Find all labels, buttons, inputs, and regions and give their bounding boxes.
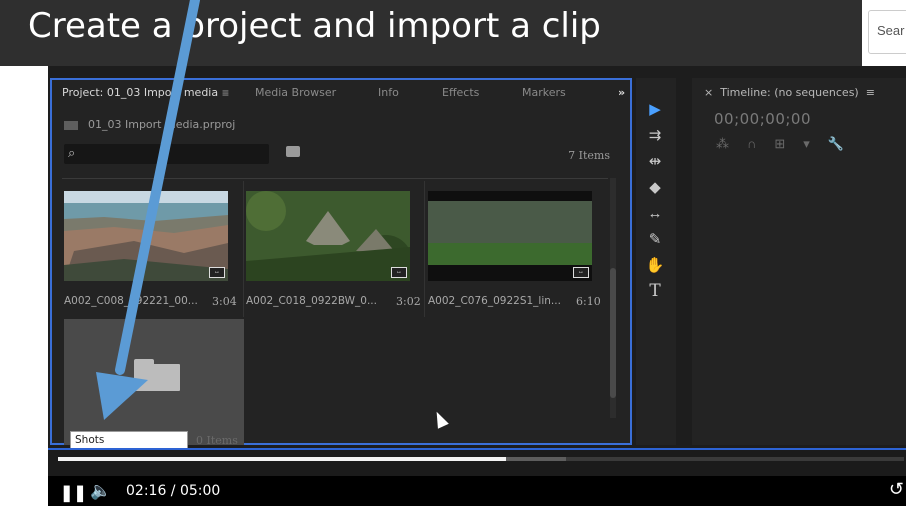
hand-tool-icon[interactable]: ✋ xyxy=(644,254,666,276)
tab-media-browser[interactable]: Media Browser xyxy=(255,86,336,99)
timeline-toolbar: ⁂ ∩ ⊞ ▾ 🔧 xyxy=(716,136,862,152)
project-file-name: 01_03 Import media.prproj xyxy=(88,118,236,131)
soccer-field-image xyxy=(428,191,592,281)
media-grid: ↔ ↔ ↔ A002_C008_092221_00... 3:04 A002_C… xyxy=(62,178,608,449)
progress-track[interactable] xyxy=(58,457,904,461)
slip-tool-icon[interactable]: ↔ xyxy=(644,202,666,224)
grid-divider xyxy=(243,181,244,317)
clip-duration: 6:10 xyxy=(576,295,601,308)
timeline-timecode[interactable]: 00;00;00;00 xyxy=(714,110,811,128)
timeline-menu-icon[interactable]: ≡ xyxy=(866,86,875,99)
timeline-panel: × Timeline: (no sequences) ≡ 00;00;00;00… xyxy=(692,78,906,445)
tab-markers[interactable]: Markers xyxy=(522,86,566,99)
clip-thumbnail-ruins[interactable]: ↔ xyxy=(246,191,412,287)
clip-duration: 3:04 xyxy=(212,295,237,308)
aerial-city-image xyxy=(64,191,228,281)
timeline-header: × Timeline: (no sequences) ≡ xyxy=(704,86,875,99)
tab-effects[interactable]: Effects xyxy=(442,86,479,99)
selection-tool-icon[interactable]: ▶ xyxy=(644,98,666,120)
type-tool-icon[interactable]: T xyxy=(644,280,666,302)
panel-tabs: Project: 01_03 Import media ≡ Media Brow… xyxy=(52,80,630,106)
clip-type-icon: ↔ xyxy=(573,267,589,278)
time-display: 02:16 / 05:00 xyxy=(126,483,220,499)
folder-icon xyxy=(134,359,180,391)
search-icon: ⌕ xyxy=(68,145,76,160)
item-count: 7 Items xyxy=(568,149,610,162)
tab-info[interactable]: Info xyxy=(378,86,399,99)
played-bar xyxy=(58,457,507,461)
progress-area[interactable] xyxy=(48,450,906,476)
clip-name: A002_C008_092221_00... xyxy=(64,295,198,307)
timeline-title: Timeline: (no sequences) xyxy=(720,86,859,99)
vertical-scrollbar[interactable] xyxy=(610,178,616,418)
project-file-row: 01_03 Import media.prproj xyxy=(64,118,235,136)
clip-type-icon: ↔ xyxy=(391,267,407,278)
search-input[interactable]: Sear xyxy=(868,10,906,54)
project-file-icon xyxy=(64,120,78,130)
replay-10-icon[interactable]: ↺ xyxy=(889,479,904,500)
marker-icon[interactable]: ▾ xyxy=(803,136,810,151)
clip-duration: 3:02 xyxy=(396,295,421,308)
track-select-tool-icon[interactable]: ⇉ xyxy=(644,124,666,146)
clip-thumbnail-aerial-city[interactable]: ↔ xyxy=(64,191,228,281)
current-time: 02:16 xyxy=(126,483,167,499)
scrollbar-thumb[interactable] xyxy=(610,268,616,398)
wrench-icon[interactable]: 🔧 xyxy=(828,136,844,151)
bin-tile[interactable]: Shots 0 Items xyxy=(64,319,244,449)
panel-menu-icon[interactable]: ≡ xyxy=(222,86,229,100)
clip-name: A002_C018_0922BW_0... xyxy=(246,295,377,307)
add-marker-icon[interactable]: ⊞ xyxy=(774,136,785,151)
snap-icon[interactable]: ⁂ xyxy=(716,136,729,151)
project-search-field[interactable]: ⌕ xyxy=(64,144,269,164)
player-controls: ❚❚ 🔈 02:16 / 05:00 ↺ xyxy=(48,476,906,506)
close-icon[interactable]: × xyxy=(704,86,713,99)
linked-selection-icon[interactable]: ∩ xyxy=(747,136,756,151)
tab-project[interactable]: Project: 01_03 Import media xyxy=(62,86,218,99)
bin-item-count: 0 Items xyxy=(196,434,238,447)
volume-icon[interactable]: 🔈 xyxy=(90,481,111,501)
bin-name-input[interactable]: Shots xyxy=(70,431,188,449)
ripple-edit-tool-icon[interactable]: ⇹ xyxy=(644,150,666,172)
jungle-ruins-image xyxy=(246,191,412,287)
project-panel: Project: 01_03 Import media ≡ Media Brow… xyxy=(50,78,632,449)
razor-tool-icon[interactable]: ◆ xyxy=(644,176,666,198)
tools-panel: ▶ ⇉ ⇹ ◆ ↔ ✎ ✋ T xyxy=(636,78,676,445)
clip-thumbnail-soccer[interactable]: ↔ xyxy=(428,191,592,281)
time-separator: / xyxy=(166,483,180,499)
panel-overflow-icon[interactable]: » xyxy=(618,86,625,99)
video-title: Create a project and import a clip xyxy=(28,6,601,46)
title-bar: Create a project and import a clip xyxy=(0,0,862,66)
video-frame[interactable]: Project: 01_03 Import media ≡ Media Brow… xyxy=(48,66,906,506)
clip-type-icon: ↔ xyxy=(209,267,225,278)
pen-tool-icon[interactable]: ✎ xyxy=(644,228,666,250)
new-bin-icon[interactable] xyxy=(286,146,300,157)
clip-name: A002_C076_0922S1_lin... xyxy=(428,295,561,307)
pause-icon[interactable]: ❚❚ xyxy=(60,483,87,503)
total-time: 05:00 xyxy=(179,483,221,499)
grid-divider xyxy=(424,181,425,317)
